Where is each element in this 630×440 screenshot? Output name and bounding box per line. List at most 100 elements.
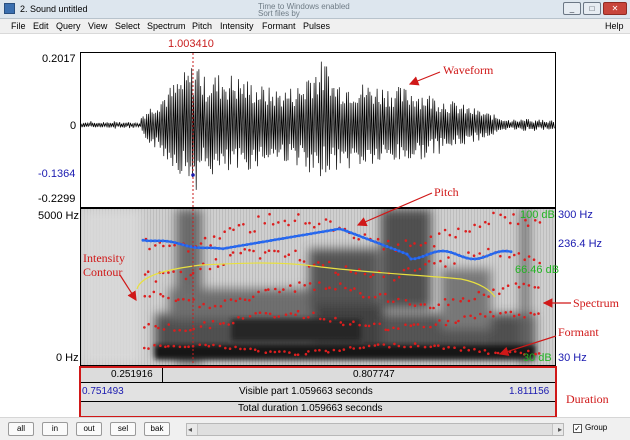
pitch-point-20 [221,247,225,251]
pitch-value-label: 236.4 Hz [558,238,603,250]
pitch-point-66 [405,252,409,256]
restore-button[interactable]: □ [583,2,601,15]
formant-dot-261 [248,248,251,252]
formant-dot-191 [298,281,301,284]
formant-dot-279 [336,273,340,276]
close-button[interactable]: ✕ [603,2,627,15]
pitch-point-86 [485,254,489,258]
formant-dot-263 [258,257,262,260]
formant-dot-102 [254,312,257,315]
formant-dot-192 [303,284,307,287]
formant-dot-114 [312,311,315,315]
formant-dot-338 [232,228,235,232]
formant-dot-195 [318,281,321,284]
formant-dot-177 [229,298,233,301]
zoom-in-button[interactable]: in [42,422,68,436]
formant-dot-257 [229,253,232,257]
formant-dot-159 [537,312,540,315]
menu-query[interactable]: Query [56,21,81,31]
formant-dot-156 [523,316,526,319]
formant-dot-138 [434,323,438,326]
formant-dot-144 [463,315,466,318]
minimize-button[interactable]: _ [563,2,581,15]
menu-intensity[interactable]: Intensity [220,21,254,31]
pitch-point-46 [325,229,329,233]
formant-dot-61 [447,345,450,349]
pitch-bottom-label: 30 Hz [558,352,587,364]
formant-dot-63 [459,349,463,352]
pitch-point-32 [269,239,273,242]
menu-formant[interactable]: Formant [262,21,296,31]
formant-dot-264 [263,251,267,254]
menu-pitch[interactable]: Pitch [192,21,212,31]
formant-dot-36 [324,349,328,353]
formant-dot-87 [178,328,182,332]
zoom-back-button[interactable]: bak [144,422,170,436]
formant-dot-86 [173,329,176,332]
pitch-point-55 [361,235,365,239]
formant-dot-251 [199,267,202,271]
formant-dot-324 [162,244,165,248]
formant-dot-379 [437,232,441,235]
formant-dot-101 [248,315,252,318]
menu-view[interactable]: View [88,21,107,31]
zoom-all-button[interactable]: all [8,422,34,436]
scroll-left-icon[interactable]: ◂ [188,425,192,434]
formant-dot-354 [312,225,316,229]
formant-dot-99 [237,316,240,319]
formant-dot-225 [467,299,471,303]
formant-dot-376 [424,241,427,245]
formant-dot-292 [402,268,406,272]
formant-dot-316 [523,258,527,261]
scroll-right-icon[interactable]: ▸ [558,425,562,434]
pitch-point-49 [337,227,341,231]
formant-dot-11 [198,343,202,346]
formant-dot-46 [373,344,377,347]
pitch-point-76 [445,249,449,253]
menu-bar: File Edit Query View Select Spectrum Pit… [0,19,630,34]
formant-dot-391 [499,213,502,217]
scrollbar-thumb[interactable] [197,424,553,435]
formant-dot-8 [183,345,187,349]
formant-dot-299 [439,259,442,263]
menu-select[interactable]: Select [115,21,140,31]
formant-dot-35 [318,348,321,352]
pitch-top-label: 300 Hz [558,209,593,221]
pitch-point-35 [281,237,285,240]
menu-help[interactable]: Help [605,21,624,31]
group-checkbox[interactable]: ✓ [573,424,582,433]
formant-dot-25 [269,350,272,353]
formant-dot-265 [267,249,271,252]
pitch-point-40 [301,233,305,237]
formant-dot-284 [363,272,367,276]
horizontal-scrollbar[interactable]: ◂ ▸ [186,423,564,436]
formant-dot-313 [508,255,511,259]
formant-dot-211 [397,297,400,301]
cursor-value-marker [191,173,195,177]
pitch-point-51 [345,229,349,233]
formant-dot-163 [159,292,162,296]
spectrogram-view[interactable] [80,208,556,366]
formant-dot-169 [187,298,191,302]
formant-dot-311 [499,254,502,258]
menu-spectrum[interactable]: Spectrum [147,21,186,31]
menu-edit[interactable]: Edit [33,21,49,31]
formant-dot-217 [428,306,432,310]
formant-dot-136 [422,325,426,329]
menu-file[interactable]: File [11,21,26,31]
zoom-out-button[interactable]: out [76,422,102,436]
zoom-selection-button[interactable]: sel [110,422,136,436]
formant-dot-187 [278,290,281,294]
intensity-top-label: 100 dB [520,209,555,221]
formant-dot-14 [212,343,215,347]
formant-dot-381 [448,233,452,237]
formant-dot-120 [341,323,345,327]
menu-pulses[interactable]: Pulses [303,21,330,31]
formant-dot-269 [287,253,291,256]
formant-dot-174 [213,304,217,308]
formant-dot-228 [482,293,486,297]
formant-dot-24 [264,351,268,354]
formant-dot-17 [228,347,232,350]
pitch-point-74 [437,249,441,253]
formant-dot-100 [241,317,245,320]
